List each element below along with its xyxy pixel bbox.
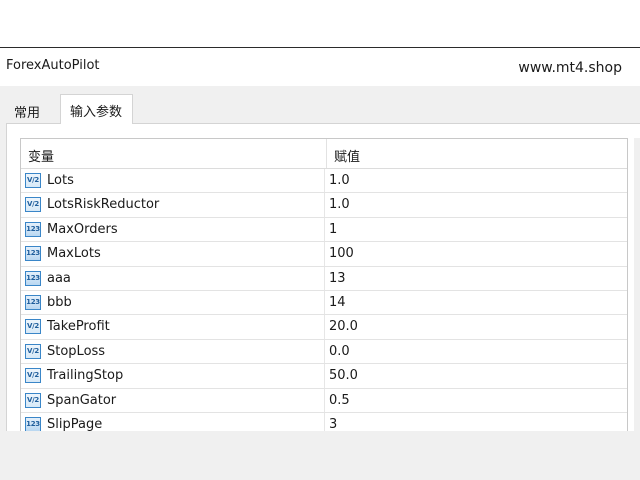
column-gridline: [324, 290, 325, 315]
parameter-name: TrailingStop: [47, 368, 124, 384]
parameter-value[interactable]: 14: [329, 295, 346, 310]
double-type-icon: V/2: [25, 319, 41, 335]
grid-body: V/2 Lots 1.0 V/2 LotsRiskReductor 1.0 123 MaxOr…: [21, 169, 627, 432]
parameter-name: aaa: [47, 270, 71, 286]
column-header-value[interactable]: 赋值: [334, 146, 360, 165]
column-gridline: [324, 339, 325, 364]
table-row[interactable]: 123 MaxLots 100: [21, 242, 627, 267]
table-row[interactable]: 123 MaxOrders 1: [21, 217, 627, 243]
dialog-bottom-area: [0, 431, 640, 480]
tab-inputs[interactable]: 输入参数: [60, 94, 133, 124]
column-gridline: [324, 242, 325, 266]
parameter-value[interactable]: 20.0: [329, 319, 358, 334]
table-row[interactable]: V/2 StopLoss 0.0: [21, 339, 627, 365]
double-type-icon: V/2: [25, 197, 41, 213]
parameter-value[interactable]: 3: [329, 417, 337, 432]
column-gridline: [324, 266, 325, 290]
column-gridline: [324, 412, 325, 432]
parameter-value[interactable]: 13: [329, 271, 346, 286]
integer-type-icon: 123: [25, 294, 41, 310]
grid-header: 变量 赋值: [21, 139, 627, 169]
column-header-variable[interactable]: 变量: [28, 146, 54, 165]
parameter-name: TakeProfit: [47, 319, 110, 335]
parameter-value[interactable]: 1.0: [329, 197, 350, 212]
parameter-name: bbb: [47, 294, 72, 310]
double-type-icon: V/2: [25, 173, 41, 188]
parameter-value[interactable]: 1.0: [329, 173, 350, 188]
integer-type-icon: 123: [25, 246, 41, 262]
integer-type-icon: 123: [25, 221, 41, 237]
parameter-value[interactable]: 100: [329, 246, 354, 261]
double-type-icon: V/2: [25, 343, 41, 359]
column-gridline: [324, 217, 325, 242]
parameter-value[interactable]: 50.0: [329, 368, 358, 383]
parameters-grid: 变量 赋值 V/2 Lots 1.0 V/2 LotsRiskReductor 1.0 12…: [20, 138, 628, 432]
background-strip: [0, 0, 640, 47]
table-row[interactable]: 123 SlipPage 3: [21, 412, 627, 432]
parameter-name: LotsRiskReductor: [47, 197, 160, 213]
dialog-client-area: 常用 输入参数 变量 赋值 V/2 Lots 1.0 V/2 LotsRiskReduc…: [0, 86, 640, 432]
parameter-name: MaxLots: [47, 246, 101, 262]
parameter-value[interactable]: 0.0: [329, 344, 350, 359]
parameter-name: MaxOrders: [47, 221, 118, 237]
column-gridline: [324, 364, 325, 388]
parameter-name: SlipPage: [47, 416, 103, 432]
vertical-scrollbar[interactable]: [634, 138, 640, 432]
inputs-tab-panel: 变量 赋值 V/2 Lots 1.0 V/2 LotsRiskReductor 1.0 12…: [6, 123, 640, 432]
table-row[interactable]: 123 aaa 13: [21, 266, 627, 291]
parameter-name: SpanGator: [47, 392, 117, 408]
table-row[interactable]: V/2 TakeProfit 20.0: [21, 315, 627, 340]
parameter-value[interactable]: 0.5: [329, 393, 350, 408]
parameter-name: Lots: [47, 173, 74, 188]
dialog-titlebar: ForexAutoPilot www.mt4.shop: [0, 48, 640, 86]
column-gridline: [324, 315, 325, 339]
column-gridline: [324, 388, 325, 412]
double-type-icon: V/2: [25, 392, 41, 408]
table-row[interactable]: V/2 Lots 1.0: [21, 169, 627, 194]
table-row[interactable]: V/2 LotsRiskReductor 1.0: [21, 193, 627, 218]
parameter-name: StopLoss: [47, 343, 106, 359]
column-gridline: [324, 169, 325, 193]
integer-type-icon: 123: [25, 270, 41, 286]
double-type-icon: V/2: [25, 368, 41, 384]
table-row[interactable]: V/2 TrailingStop 50.0: [21, 364, 627, 389]
integer-type-icon: 123: [25, 416, 41, 432]
column-divider[interactable]: [326, 139, 327, 168]
column-gridline: [324, 193, 325, 217]
table-row[interactable]: V/2 SpanGator 0.5: [21, 388, 627, 413]
dialog-title: ForexAutoPilot: [6, 58, 100, 73]
tab-general[interactable]: 常用: [6, 98, 60, 122]
parameter-value[interactable]: 1: [329, 222, 337, 237]
table-row[interactable]: 123 bbb 14: [21, 290, 627, 316]
watermark-text: www.mt4.shop: [518, 60, 622, 76]
